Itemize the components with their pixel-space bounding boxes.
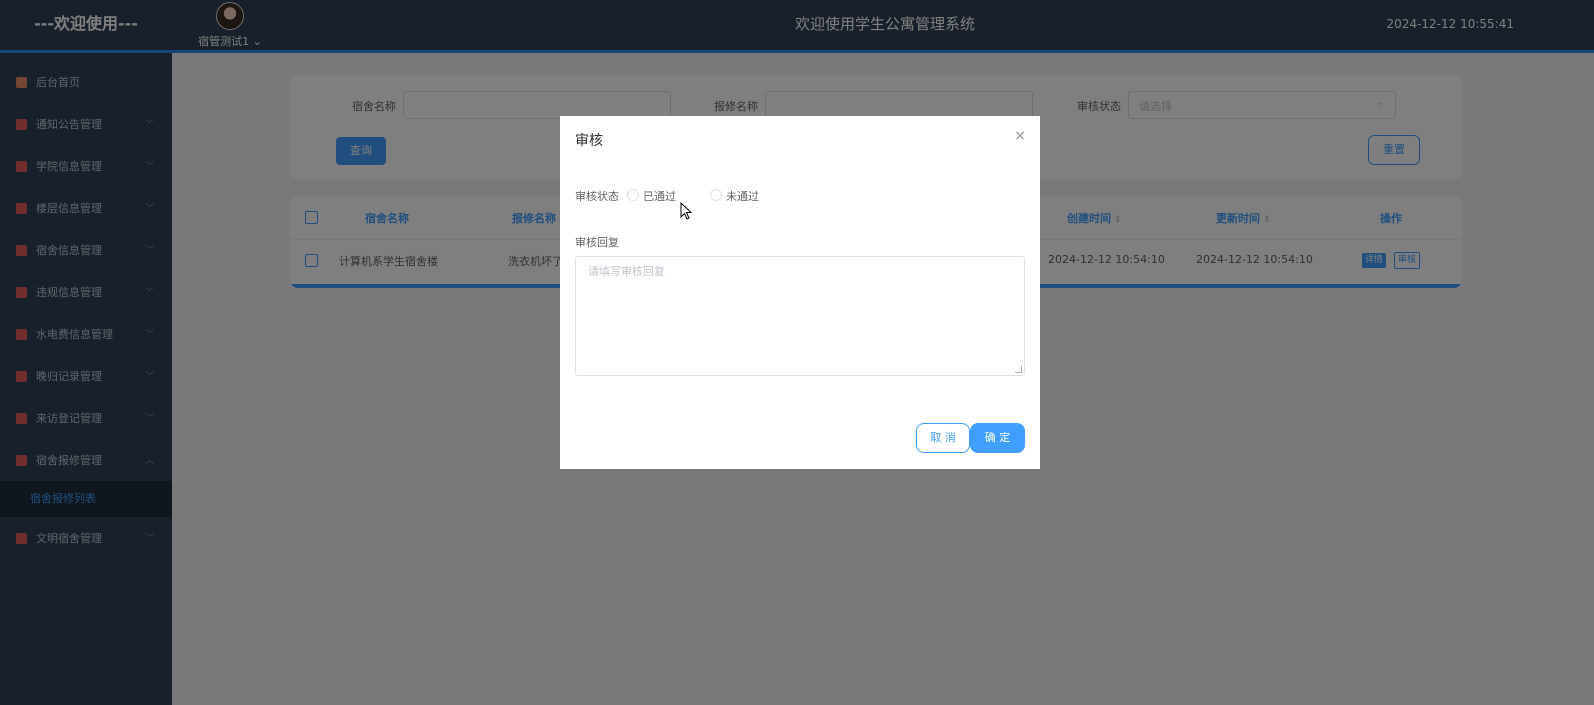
- audit-reply-label: 审核回复: [575, 236, 619, 249]
- dialog-title: 审核: [575, 133, 603, 149]
- mouse-cursor-icon: [680, 202, 692, 220]
- audit-reply-textarea[interactable]: 请填写审核回复: [575, 256, 1025, 376]
- radio-fail[interactable]: [710, 189, 722, 201]
- textarea-placeholder: 请填写审核回复: [588, 265, 665, 278]
- radio-pass-label[interactable]: 已通过: [643, 188, 676, 204]
- radio-fail-label[interactable]: 未通过: [726, 188, 759, 204]
- audit-status-label: 审核状态: [575, 190, 619, 203]
- confirm-button[interactable]: 确 定: [970, 423, 1025, 453]
- close-icon[interactable]: ×: [1014, 128, 1026, 144]
- cancel-button[interactable]: 取 消: [916, 423, 970, 453]
- resize-handle-icon[interactable]: [1015, 366, 1022, 373]
- radio-pass[interactable]: [627, 189, 639, 201]
- audit-dialog: 审核 × 审核状态 已通过 未通过 审核回复 请填写审核回复 取 消 确 定: [560, 116, 1040, 469]
